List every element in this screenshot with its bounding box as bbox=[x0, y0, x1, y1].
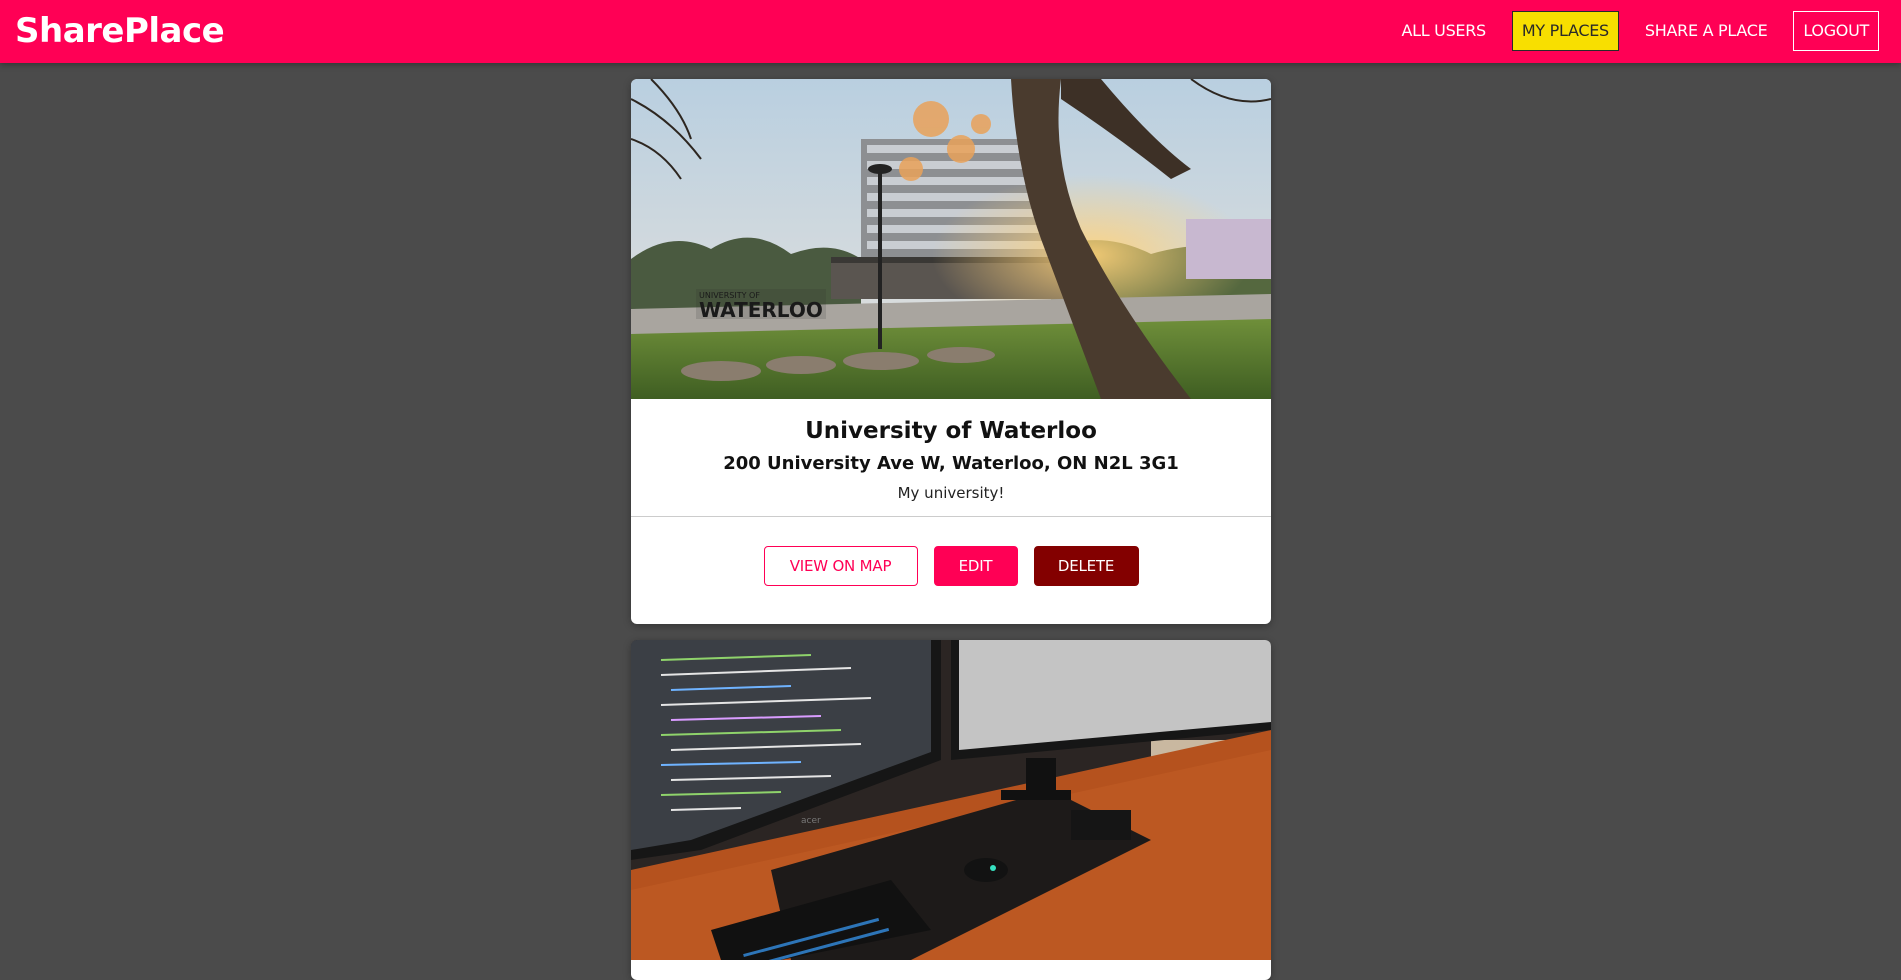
place-description: My university! bbox=[897, 484, 1005, 502]
place-title: University of Waterloo bbox=[805, 418, 1097, 444]
nav-my-places[interactable]: MY PLACES bbox=[1511, 11, 1619, 51]
logout-button[interactable]: LOGOUT bbox=[1793, 11, 1879, 51]
main-header: SharePlace ALL USERS MY PLACES SHARE A P… bbox=[0, 0, 1901, 63]
place-card: UNIVERSITY OF WATERLOO University of Wat… bbox=[631, 79, 1271, 624]
place-info: University of Waterloo 200 University Av… bbox=[631, 399, 1271, 517]
brand-logo-link[interactable]: SharePlace bbox=[15, 10, 225, 52]
place-image: acer bbox=[631, 640, 1271, 960]
place-actions: VIEW ON MAP EDIT DELETE bbox=[631, 517, 1271, 623]
svg-text:acer: acer bbox=[801, 816, 821, 826]
nav-share-place[interactable]: SHARE A PLACE bbox=[1635, 11, 1777, 51]
edit-button[interactable]: EDIT bbox=[933, 546, 1018, 586]
view-on-map-button[interactable]: VIEW ON MAP bbox=[763, 546, 918, 586]
svg-text:WATERLOO: WATERLOO bbox=[699, 298, 823, 322]
main-navigation: ALL USERS MY PLACES SHARE A PLACE LOGOUT bbox=[1392, 10, 1879, 52]
place-address: 200 University Ave W, Waterloo, ON N2L 3… bbox=[723, 453, 1179, 474]
place-card: acer bbox=[631, 640, 1271, 980]
delete-button[interactable]: DELETE bbox=[1033, 546, 1139, 586]
place-image: UNIVERSITY OF WATERLOO bbox=[631, 79, 1271, 399]
nav-all-users[interactable]: ALL USERS bbox=[1392, 11, 1496, 51]
